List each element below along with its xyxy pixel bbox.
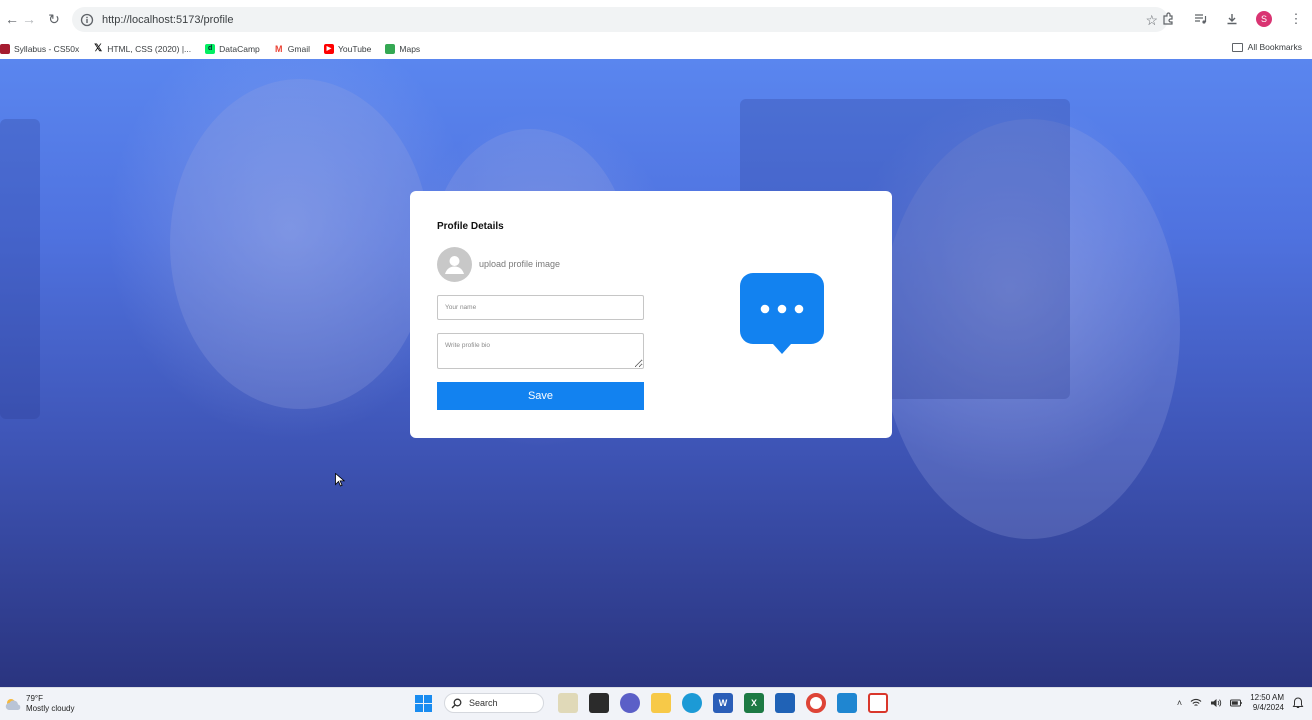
search-icon <box>451 698 462 708</box>
name-input[interactable] <box>437 295 644 320</box>
bookmark-syllabus-cs50x[interactable]: Syllabus - CS50x <box>0 43 80 54</box>
edge-browser-icon[interactable] <box>682 693 702 713</box>
file-explorer-icon[interactable] <box>651 693 671 713</box>
forward-arrow-icon[interactable]: → <box>17 7 41 31</box>
clock[interactable]: 12:50 AM 9/4/2024 <box>1250 693 1284 713</box>
windows-start-icon[interactable] <box>413 693 433 713</box>
avatar-placeholder-icon[interactable] <box>437 247 472 282</box>
card-title: Profile Details <box>437 221 504 232</box>
bookmarks-bar: Syllabus - CS50x 𝕏 HTML, CSS (2020) |...… <box>0 38 1312 59</box>
excel-app-icon[interactable]: X <box>744 693 764 713</box>
upload-profile-image-link[interactable]: upload profile image <box>479 259 560 269</box>
wifi-icon[interactable] <box>1190 698 1202 708</box>
chevron-up-icon[interactable]: ˄ <box>1177 698 1182 708</box>
cloudy-weather-icon <box>5 699 21 710</box>
folder-icon <box>1231 42 1243 52</box>
microsoft-store-icon[interactable] <box>775 693 795 713</box>
task-view-icon[interactable] <box>589 693 609 713</box>
bookmark-label: Syllabus - CS50x <box>14 43 80 54</box>
gmail-icon: M <box>273 43 284 54</box>
bookmark-label: YouTube <box>337 43 372 54</box>
downloads-icon[interactable] <box>1222 7 1242 31</box>
bookmark-label: DataCamp <box>219 43 260 54</box>
site-info-icon[interactable] <box>80 13 94 27</box>
toolbar-actions: S ⋮ <box>1158 7 1306 31</box>
word-app-icon[interactable]: W <box>713 693 733 713</box>
search-label: Search <box>469 698 498 708</box>
volume-icon[interactable] <box>1210 698 1222 708</box>
weather-widget[interactable]: 79°F Mostly cloudy <box>4 694 74 714</box>
x-logo-icon: 𝕏 <box>93 43 104 54</box>
taskbar: 79°F Mostly cloudy Search W X ˄ 12:50 AM… <box>0 687 1312 720</box>
datacamp-icon: d <box>205 43 216 54</box>
bookmark-label: Gmail <box>287 43 310 54</box>
clock-time: 12:50 AM <box>1250 693 1284 702</box>
teams-chat-icon[interactable] <box>620 693 640 713</box>
chat-bubble-icon <box>740 273 824 354</box>
system-tray: ˄ 12:50 AM 9/4/2024 <box>1177 693 1304 713</box>
all-bookmarks-label: All Bookmarks <box>1247 42 1302 52</box>
bookmark-youtube[interactable]: ▶ YouTube <box>323 43 372 54</box>
bookmark-label: HTML, CSS (2020) |... <box>107 43 192 54</box>
background-photo-shape <box>0 119 40 419</box>
address-bar[interactable]: http://localhost:5173/profile ☆ <box>72 7 1168 32</box>
taskbar-search[interactable]: Search <box>444 693 544 713</box>
profile-button[interactable]: S <box>1254 7 1274 31</box>
background-photo-shape <box>170 79 430 409</box>
mouse-cursor-icon <box>335 473 345 487</box>
vscode-app-icon[interactable] <box>837 693 857 713</box>
bookmark-maps[interactable]: Maps <box>385 43 421 54</box>
weather-description: Mostly cloudy <box>26 704 75 713</box>
save-button[interactable]: Save <box>437 382 644 410</box>
widgets-app-icon[interactable] <box>558 693 578 713</box>
bio-textarea[interactable] <box>437 333 644 369</box>
harvard-shield-icon <box>0 43 10 54</box>
notifications-icon[interactable] <box>1292 697 1304 709</box>
clock-date: 9/4/2024 <box>1252 703 1284 712</box>
taskbar-apps: Search W X <box>413 693 899 713</box>
reload-icon[interactable]: ↻ <box>42 7 66 31</box>
youtube-icon: ▶ <box>323 43 334 54</box>
bookmark-star-icon[interactable]: ☆ <box>1145 12 1158 29</box>
bookmark-datacamp[interactable]: d DataCamp <box>205 43 260 54</box>
media-controls-icon[interactable] <box>1190 7 1210 31</box>
bookmark-label: Maps <box>399 43 421 54</box>
menu-kebab-icon[interactable]: ⋮ <box>1286 7 1306 31</box>
url-text[interactable]: http://localhost:5173/profile <box>102 14 233 26</box>
weather-temperature: 79°F <box>26 694 43 703</box>
chrome-browser-icon[interactable] <box>806 693 826 713</box>
bookmark-gmail[interactable]: M Gmail <box>273 43 310 54</box>
extensions-icon[interactable] <box>1158 7 1178 31</box>
maps-icon <box>385 43 396 54</box>
browser-toolbar: ← → ↻ http://localhost:5173/profile ☆ S … <box>0 0 1312 38</box>
all-bookmarks-button[interactable]: All Bookmarks <box>1231 42 1302 52</box>
bookmark-html-css[interactable]: 𝕏 HTML, CSS (2020) |... <box>93 43 192 54</box>
profile-card: Profile Details upload profile image Sav… <box>410 191 892 438</box>
battery-icon[interactable] <box>1230 698 1242 708</box>
profile-avatar: S <box>1256 11 1272 27</box>
snipping-tool-icon[interactable] <box>868 693 888 713</box>
